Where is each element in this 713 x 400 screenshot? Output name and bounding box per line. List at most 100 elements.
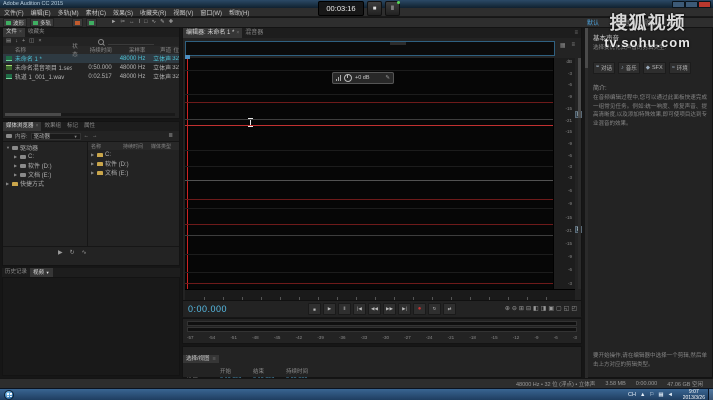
waveform-view-button[interactable]: 波形 [3, 18, 27, 27]
action-center-icon[interactable]: ⚐ [649, 392, 654, 398]
volume-icon[interactable]: ◄ [668, 392, 673, 398]
zoom-full-button[interactable]: ◰ [571, 305, 577, 313]
tray-up-arrow-icon[interactable]: ▲ [640, 392, 645, 398]
zoom-in-amplitude-button[interactable]: ◧ [533, 305, 539, 313]
open-file-icon[interactable]: ▤ [6, 37, 11, 46]
multitrack-view-button[interactable]: 多轨 [30, 18, 54, 27]
tree-item[interactable]: ▼驱动器 [3, 143, 87, 152]
rewind-button[interactable]: ◀◀ [368, 303, 381, 315]
close-icon[interactable]: × [236, 30, 239, 36]
tab-video[interactable]: 视频 ▼ [30, 268, 53, 277]
taskbar-clock[interactable]: 9:07 2013/3/26 [683, 390, 705, 400]
expand-icon[interactable]: ▶ [91, 161, 95, 166]
panel-menu-icon[interactable]: ≡ [574, 28, 581, 38]
content-select[interactable]: 驱动器▼ [31, 133, 81, 140]
spot-healing-brush-tool[interactable]: ✚ [169, 19, 174, 26]
ruler-menu-icon[interactable]: ≡ [571, 42, 575, 49]
auto-play-icon[interactable]: ▶ [58, 249, 63, 256]
es-scrollbar[interactable] [585, 28, 588, 379]
collapse-icon[interactable]: ▼ [6, 145, 10, 150]
zoom-out-time-button[interactable]: ⊟ [526, 305, 531, 313]
tab-effects-rack[interactable]: 效果组 [41, 122, 64, 131]
time-selection-tool[interactable]: I [139, 19, 141, 26]
tree-item[interactable]: ▶快捷方式 [3, 179, 87, 188]
close-icon[interactable]: × [36, 123, 39, 129]
selection-view-tab[interactable]: 选择/视图≡ [183, 355, 219, 363]
amplitude-ruler[interactable]: dB-3-6-9-15-21-15-9-6-3 -3-6-9-15-21-15-… [553, 58, 575, 289]
file-row[interactable]: 未命名 1 *48000 Hz立体声32 [3, 54, 179, 63]
volume-icon[interactable]: ∿ [82, 249, 87, 256]
menu-item-7[interactable]: 窗口(W) [200, 8, 222, 17]
volume-knob[interactable] [344, 74, 352, 82]
lasso-selection-tool[interactable]: ∿ [151, 19, 156, 26]
zoom-selection-in-button[interactable]: ▢ [556, 305, 562, 313]
waveform-display[interactable]: +0 dB ✎ [185, 58, 553, 289]
network-icon[interactable]: ▦ [658, 392, 663, 398]
files-hscrollbar[interactable] [5, 113, 175, 116]
paintbrush-tool[interactable]: ✎ [160, 19, 165, 26]
search-icon[interactable] [98, 39, 104, 45]
dialogue-type-button[interactable]: ❝对话 [593, 62, 615, 74]
record-button[interactable]: ● [413, 303, 426, 315]
loop-playback-button[interactable]: ↻ [428, 303, 441, 315]
editor-vscrollbar[interactable] [578, 58, 581, 289]
stop-button[interactable]: ■ [308, 303, 321, 315]
file-row[interactable]: 轨道 1_001_1.wav0:02.51748000 Hz立体声32 [3, 72, 179, 81]
expand-icon[interactable]: ▶ [91, 170, 95, 175]
settings-icon[interactable]: ▦ [560, 42, 566, 49]
slip-tool[interactable]: ↔ [129, 19, 135, 26]
pause-button[interactable]: Ⅱ [338, 303, 351, 315]
fast-forward-button[interactable]: ▶▶ [383, 303, 396, 315]
tab-markers[interactable]: 标记 [64, 122, 81, 131]
marquee-selection-tool[interactable]: □ [144, 19, 147, 26]
loop-icon[interactable]: ↻ [70, 249, 75, 256]
play-button[interactable]: ▶ [323, 303, 336, 315]
expand-icon[interactable]: ▶ [6, 181, 10, 186]
volume-hud[interactable]: +0 dB ✎ [332, 72, 394, 84]
menu-item-5[interactable]: 收藏夹(R) [140, 8, 166, 17]
tab-properties[interactable]: 属性 [81, 122, 98, 131]
workspace-edit-audio-to-video[interactable]: 编辑音频到视频 [612, 18, 654, 27]
move-tool[interactable]: ► [111, 19, 116, 26]
media-list-item[interactable]: ▶软件 (D:) [88, 159, 179, 168]
menu-item-4[interactable]: 效果(S) [113, 8, 133, 17]
music-type-button[interactable]: ♪音乐 [618, 62, 640, 74]
close-icon[interactable]: × [19, 29, 22, 35]
show-desktop-button[interactable] [708, 389, 713, 400]
pitch-display-button[interactable] [86, 18, 97, 27]
timeline-ruler[interactable] [185, 289, 575, 300]
close-button[interactable] [698, 1, 711, 8]
razor-tool[interactable]: ✂ [120, 19, 125, 26]
zoom-selection-out-button[interactable]: ◱ [564, 305, 570, 313]
search-input[interactable] [108, 38, 154, 45]
panel-menu-icon[interactable]: ≡ [213, 355, 216, 363]
spectral-display-button[interactable] [72, 18, 83, 27]
recorder-stop-button[interactable]: ■ [367, 1, 382, 16]
menu-item-2[interactable]: 多轨(M) [58, 8, 79, 17]
files-column-headers[interactable]: 名称 状态 持续时间 采样率 声道 位 [3, 46, 179, 54]
tree-item[interactable]: ▶软件 (D:) [3, 161, 87, 170]
zoom-selection-button[interactable]: ▣ [548, 305, 554, 313]
skip-to-start-button[interactable]: |◀ [353, 303, 366, 315]
new-file-icon[interactable]: + [22, 37, 25, 46]
zoom-navigator[interactable] [185, 41, 555, 56]
minimize-button[interactable] [672, 1, 685, 8]
expand-icon[interactable]: ▶ [14, 154, 18, 159]
menu-item-3[interactable]: 素材(C) [86, 8, 106, 17]
tab-editor[interactable]: 编辑器: 未命名 1 *× [183, 28, 242, 38]
save-file-icon[interactable]: ◫ [29, 37, 34, 46]
file-row[interactable]: 未命名混音项目 1.sesx *0:50.00048000 Hz立体声32 [3, 63, 179, 72]
skip-to-end-button[interactable]: ▶| [398, 303, 411, 315]
maximize-button[interactable] [685, 1, 698, 8]
import-file-icon[interactable]: ↓ [15, 37, 18, 46]
tab-favorites[interactable]: 收藏夹 [25, 28, 48, 37]
menu-item-1[interactable]: 编辑(E) [31, 8, 51, 17]
pencil-icon[interactable]: ✎ [385, 75, 390, 81]
ambience-type-button[interactable]: ≈环境 [669, 62, 691, 74]
tree-item[interactable]: ▶文档 (E:) [3, 170, 87, 179]
recorder-pause-button[interactable]: Ⅱ [385, 1, 400, 16]
workspace-default[interactable]: 默认 [587, 18, 599, 27]
time-display[interactable]: 0:00.000 [188, 304, 227, 314]
tree-item[interactable]: ▶C: [3, 152, 87, 161]
zoom-in-time-button[interactable]: ⊞ [519, 305, 524, 313]
